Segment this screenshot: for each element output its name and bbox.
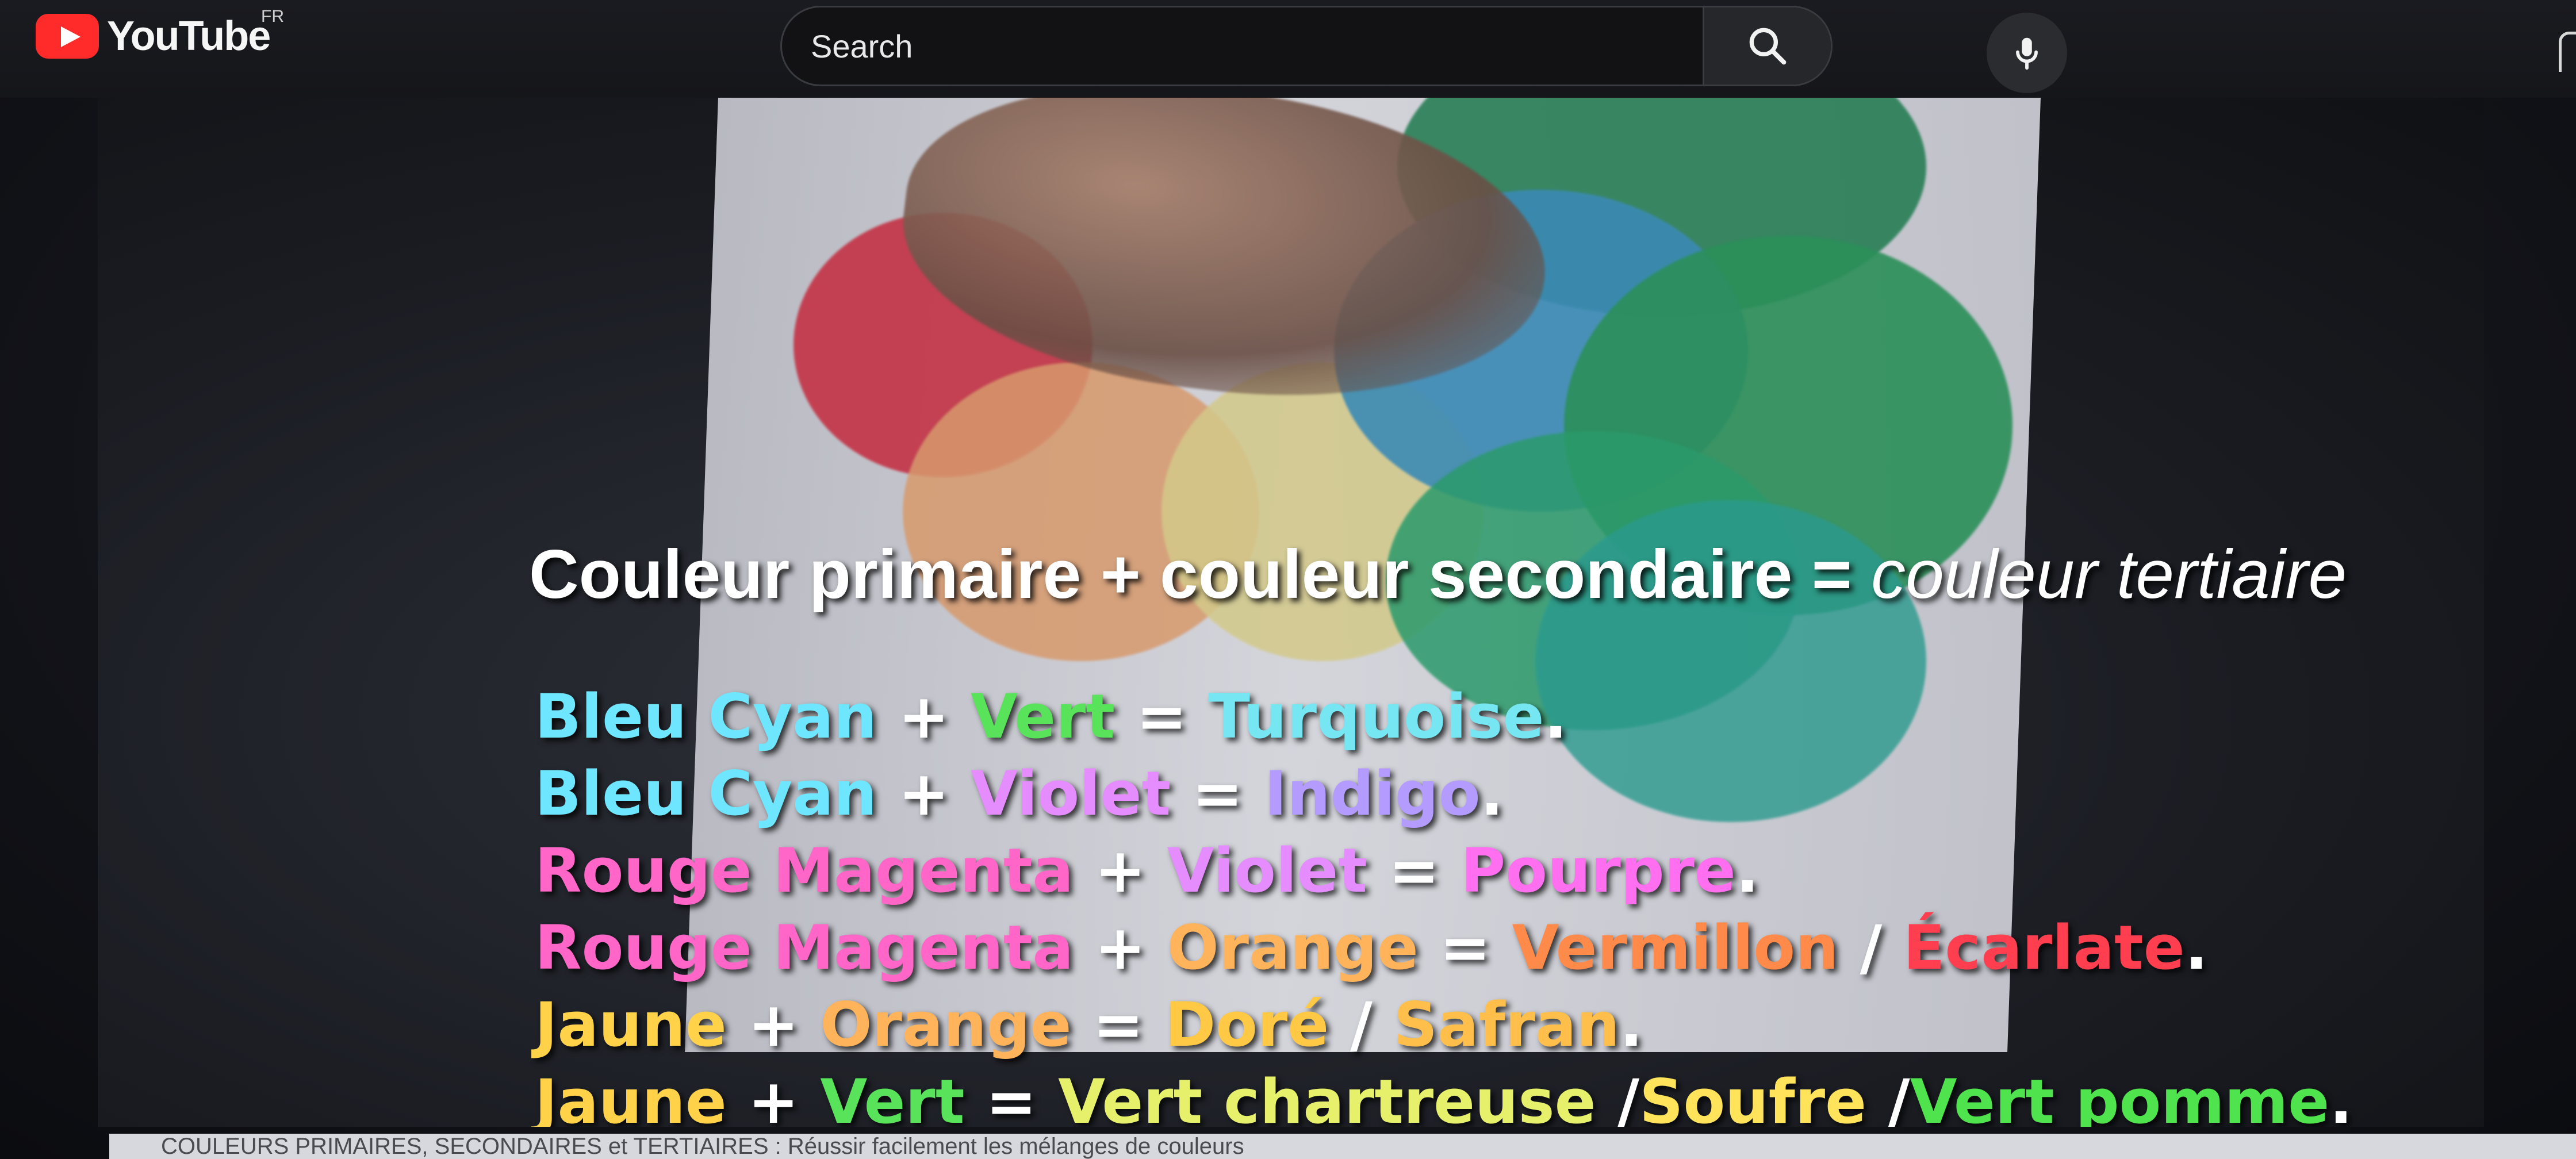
formula-segment: + bbox=[877, 758, 971, 829]
notifications-icon[interactable] bbox=[2559, 32, 2576, 72]
formula-segment: Soufre bbox=[1639, 1066, 1867, 1127]
formula-segment: Bleu Cyan bbox=[535, 758, 877, 829]
formula-segment: = bbox=[1071, 989, 1166, 1060]
formula-segment: Vermillon bbox=[1512, 912, 1839, 983]
formula-segment: Jaune bbox=[535, 1066, 727, 1127]
top-bar: YouTube FR bbox=[0, 0, 2576, 98]
formula-segment: + bbox=[877, 681, 971, 752]
formula-list: Bleu Cyan + Vert = Turquoise. Bleu Cyan +… bbox=[535, 678, 2432, 1127]
headline-part-2: couleur tertiaire bbox=[1871, 536, 2347, 613]
microphone-icon bbox=[2016, 37, 2038, 70]
headline-part-1: Couleur primaire + couleur secondaire = bbox=[529, 536, 1872, 613]
formula-line: Bleu Cyan + Violet = Indigo. bbox=[535, 755, 2432, 832]
formula-segment: = bbox=[1171, 758, 1264, 829]
formula-segment: / bbox=[1866, 1066, 1910, 1127]
formula-segment: Vert bbox=[820, 1066, 965, 1127]
formula-segment: Rouge Magenta bbox=[535, 912, 1074, 983]
formula-segment: = bbox=[964, 1066, 1059, 1127]
formula-segment: / bbox=[1838, 912, 1904, 983]
video-player[interactable]: Couleur primaire + couleur secondaire = … bbox=[98, 98, 2484, 1127]
youtube-wordmark: YouTube bbox=[107, 13, 271, 59]
video-title: COULEURS PRIMAIRES, SECONDAIRES et TERTI… bbox=[109, 1134, 2576, 1159]
formula-segment: = bbox=[1418, 912, 1512, 983]
formula-segment: Pourpre bbox=[1460, 835, 1736, 906]
formula-segment: Violet bbox=[1167, 835, 1367, 906]
formula-segment: Safran bbox=[1393, 989, 1620, 1060]
formula-segment: = bbox=[1114, 681, 1209, 752]
formula-segment: Écarlate bbox=[1903, 912, 2185, 983]
formula-segment: Orange bbox=[820, 989, 1072, 1060]
formula-segment: Orange bbox=[1167, 912, 1419, 983]
voice-search-button[interactable] bbox=[1987, 13, 2067, 93]
formula-segment: Vert chartreuse bbox=[1058, 1066, 1596, 1127]
search-button[interactable] bbox=[1703, 7, 1831, 85]
formula-line: Rouge Magenta + Orange = Vermillon / Éca… bbox=[535, 909, 2432, 987]
formula-line: Rouge Magenta + Violet = Pourpre. bbox=[535, 832, 2432, 909]
formula-segment: + bbox=[1074, 835, 1167, 906]
formula-segment: . bbox=[1735, 835, 1759, 906]
formula-segment: / bbox=[1596, 1066, 1640, 1127]
formula-segment: Indigo bbox=[1264, 758, 1481, 829]
formula-line: Jaune + Vert = Vert chartreuse /Soufre /… bbox=[535, 1064, 2432, 1127]
formula-segment: + bbox=[726, 989, 821, 1060]
formula-segment: + bbox=[1074, 912, 1167, 983]
formula-segment: . bbox=[1544, 681, 1567, 752]
formula-segment: . bbox=[1619, 989, 1643, 1060]
formula-line: Bleu Cyan + Vert = Turquoise. bbox=[535, 678, 2432, 755]
formula-segment: / bbox=[1329, 989, 1394, 1060]
formula-segment: Vert pomme bbox=[1910, 1066, 2330, 1127]
formula-line: Jaune + Orange = Doré / Safran. bbox=[535, 987, 2432, 1064]
region-badge: FR bbox=[261, 7, 284, 26]
search-icon bbox=[1749, 28, 1787, 65]
youtube-logo[interactable]: YouTube FR bbox=[36, 7, 284, 62]
youtube-play-icon bbox=[36, 14, 99, 59]
formula-segment: . bbox=[1480, 758, 1504, 829]
formula-segment: . bbox=[2329, 1066, 2353, 1127]
formula-segment: . bbox=[2184, 912, 2208, 983]
formula-segment: Violet bbox=[970, 758, 1171, 829]
formula-segment: = bbox=[1367, 835, 1461, 906]
formula-segment: Turquoise bbox=[1208, 681, 1544, 752]
formula-segment: Doré bbox=[1165, 989, 1329, 1060]
formula-segment: Jaune bbox=[535, 989, 727, 1060]
search-bar bbox=[780, 6, 1833, 86]
formula-segment: Vert bbox=[970, 681, 1115, 752]
formula-segment: Rouge Magenta bbox=[535, 835, 1074, 906]
video-headline: Couleur primaire + couleur secondaire = … bbox=[529, 535, 2347, 614]
search-input[interactable] bbox=[782, 7, 1703, 85]
formula-segment: Bleu Cyan bbox=[535, 681, 877, 752]
formula-segment: + bbox=[726, 1066, 821, 1127]
youtube-watch-screen: YouTube FR Search Couleur primaire + cou… bbox=[0, 0, 2576, 1159]
